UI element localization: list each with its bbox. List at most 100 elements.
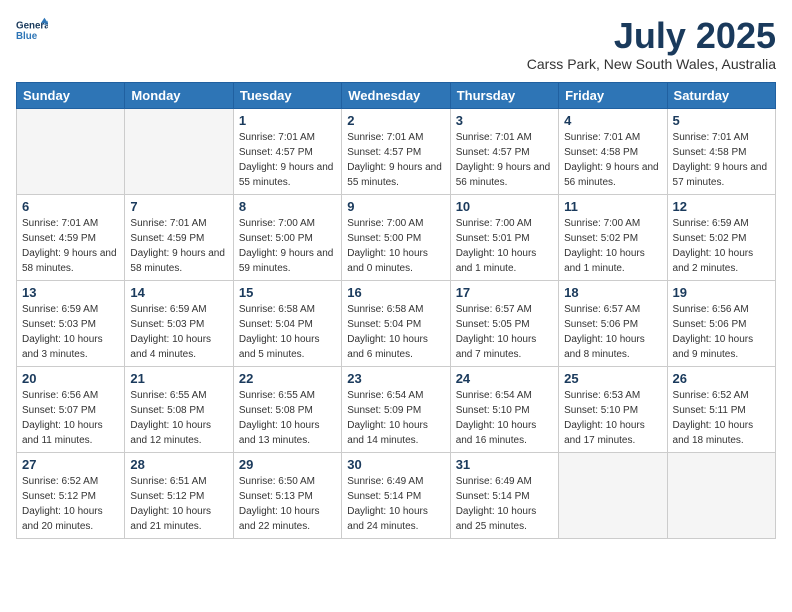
day-number: 25 bbox=[564, 371, 661, 386]
day-number: 29 bbox=[239, 457, 336, 472]
calendar-cell: 1 Sunrise: 7:01 AMSunset: 4:57 PMDaylight… bbox=[233, 108, 341, 194]
day-number: 5 bbox=[673, 113, 770, 128]
calendar-week-row: 20 Sunrise: 6:56 AMSunset: 5:07 PMDayligh… bbox=[17, 366, 776, 452]
calendar-week-row: 13 Sunrise: 6:59 AMSunset: 5:03 PMDayligh… bbox=[17, 280, 776, 366]
calendar-cell: 9Sunrise: 7:00 AMSunset: 5:00 PMDaylight… bbox=[342, 194, 450, 280]
day-info: Sunrise: 6:56 AMSunset: 5:06 PMDaylight:… bbox=[673, 302, 770, 362]
calendar-week-row: 6 Sunrise: 7:01 AMSunset: 4:59 PMDaylight… bbox=[17, 194, 776, 280]
day-info: Sunrise: 7:00 AMSunset: 5:02 PMDaylight:… bbox=[564, 216, 661, 276]
day-number: 24 bbox=[456, 371, 553, 386]
calendar-cell: 26 Sunrise: 6:52 AMSunset: 5:11 PMDayligh… bbox=[667, 366, 775, 452]
calendar-cell: 5 Sunrise: 7:01 AMSunset: 4:58 PMDaylight… bbox=[667, 108, 775, 194]
calendar-cell: 4Sunrise: 7:01 AMSunset: 4:58 PMDaylight… bbox=[559, 108, 667, 194]
day-number: 10 bbox=[456, 199, 553, 214]
calendar-cell: 18 Sunrise: 6:57 AMSunset: 5:06 PMDayligh… bbox=[559, 280, 667, 366]
day-number: 23 bbox=[347, 371, 444, 386]
calendar-cell: 13 Sunrise: 6:59 AMSunset: 5:03 PMDayligh… bbox=[17, 280, 125, 366]
calendar-cell: 19 Sunrise: 6:56 AMSunset: 5:06 PMDayligh… bbox=[667, 280, 775, 366]
day-info: Sunrise: 6:52 AMSunset: 5:12 PMDaylight:… bbox=[22, 474, 119, 534]
day-info: Sunrise: 7:00 AMSunset: 5:00 PMDaylight:… bbox=[239, 216, 336, 276]
day-number: 20 bbox=[22, 371, 119, 386]
day-number: 8 bbox=[239, 199, 336, 214]
day-info: Sunrise: 6:54 AMSunset: 5:10 PMDaylight:… bbox=[456, 388, 553, 448]
calendar-cell: 28 Sunrise: 6:51 AMSunset: 5:12 PMDayligh… bbox=[125, 452, 233, 538]
calendar-cell: 29Sunrise: 6:50 AMSunset: 5:13 PMDayligh… bbox=[233, 452, 341, 538]
calendar-cell bbox=[559, 452, 667, 538]
day-info: Sunrise: 6:54 AMSunset: 5:09 PMDaylight:… bbox=[347, 388, 444, 448]
day-number: 3 bbox=[456, 113, 553, 128]
day-number: 16 bbox=[347, 285, 444, 300]
calendar-cell: 8 Sunrise: 7:00 AMSunset: 5:00 PMDaylight… bbox=[233, 194, 341, 280]
weekday-header-sunday: Sunday bbox=[17, 82, 125, 108]
day-number: 1 bbox=[239, 113, 336, 128]
day-info: Sunrise: 7:01 AMSunset: 4:57 PMDaylight:… bbox=[239, 130, 336, 190]
day-info: Sunrise: 6:57 AMSunset: 5:05 PMDaylight:… bbox=[456, 302, 553, 362]
day-info: Sunrise: 7:01 AMSunset: 4:58 PMDaylight:… bbox=[564, 130, 661, 190]
day-info: Sunrise: 6:49 AMSunset: 5:14 PMDaylight:… bbox=[347, 474, 444, 534]
day-info: Sunrise: 7:00 AMSunset: 5:01 PMDaylight:… bbox=[456, 216, 553, 276]
day-info: Sunrise: 6:59 AMSunset: 5:03 PMDaylight:… bbox=[22, 302, 119, 362]
day-number: 27 bbox=[22, 457, 119, 472]
location: Carss Park, New South Wales, Australia bbox=[527, 56, 776, 72]
calendar-cell: 14 Sunrise: 6:59 AMSunset: 5:03 PMDayligh… bbox=[125, 280, 233, 366]
calendar-cell: 15Sunrise: 6:58 AMSunset: 5:04 PMDayligh… bbox=[233, 280, 341, 366]
calendar-cell: 10 Sunrise: 7:00 AMSunset: 5:01 PMDayligh… bbox=[450, 194, 558, 280]
day-info: Sunrise: 7:01 AMSunset: 4:58 PMDaylight:… bbox=[673, 130, 770, 190]
calendar-cell: 6Sunrise: 7:01 AMSunset: 4:59 PMDaylight… bbox=[17, 194, 125, 280]
day-number: 6 bbox=[22, 199, 119, 214]
day-number: 19 bbox=[673, 285, 770, 300]
calendar-cell bbox=[125, 108, 233, 194]
calendar-week-row: 1 Sunrise: 7:01 AMSunset: 4:57 PMDaylight… bbox=[17, 108, 776, 194]
day-number: 18 bbox=[564, 285, 661, 300]
day-number: 22 bbox=[239, 371, 336, 386]
calendar-cell: 17Sunrise: 6:57 AMSunset: 5:05 PMDayligh… bbox=[450, 280, 558, 366]
calendar-cell: 7 Sunrise: 7:01 AMSunset: 4:59 PMDaylight… bbox=[125, 194, 233, 280]
weekday-header-thursday: Thursday bbox=[450, 82, 558, 108]
day-info: Sunrise: 7:00 AMSunset: 5:00 PMDaylight:… bbox=[347, 216, 444, 276]
calendar-cell: 11Sunrise: 7:00 AMSunset: 5:02 PMDayligh… bbox=[559, 194, 667, 280]
day-number: 31 bbox=[456, 457, 553, 472]
day-info: Sunrise: 6:56 AMSunset: 5:07 PMDaylight:… bbox=[22, 388, 119, 448]
day-number: 12 bbox=[673, 199, 770, 214]
day-number: 13 bbox=[22, 285, 119, 300]
day-info: Sunrise: 6:52 AMSunset: 5:11 PMDaylight:… bbox=[673, 388, 770, 448]
calendar-cell: 12Sunrise: 6:59 AMSunset: 5:02 PMDayligh… bbox=[667, 194, 775, 280]
day-number: 28 bbox=[130, 457, 227, 472]
weekday-header-tuesday: Tuesday bbox=[233, 82, 341, 108]
weekday-header-friday: Friday bbox=[559, 82, 667, 108]
calendar-cell: 27 Sunrise: 6:52 AMSunset: 5:12 PMDayligh… bbox=[17, 452, 125, 538]
month-title: July 2025 bbox=[527, 16, 776, 56]
calendar-cell: 16 Sunrise: 6:58 AMSunset: 5:04 PMDayligh… bbox=[342, 280, 450, 366]
calendar-cell: 3Sunrise: 7:01 AMSunset: 4:57 PMDaylight… bbox=[450, 108, 558, 194]
calendar-table: SundayMondayTuesdayWednesdayThursdayFrid… bbox=[16, 82, 776, 539]
calendar-cell: 2Sunrise: 7:01 AMSunset: 4:57 PMDaylight… bbox=[342, 108, 450, 194]
day-info: Sunrise: 6:51 AMSunset: 5:12 PMDaylight:… bbox=[130, 474, 227, 534]
weekday-header-saturday: Saturday bbox=[667, 82, 775, 108]
calendar-cell: 23 Sunrise: 6:54 AMSunset: 5:09 PMDayligh… bbox=[342, 366, 450, 452]
calendar-cell: 25Sunrise: 6:53 AMSunset: 5:10 PMDayligh… bbox=[559, 366, 667, 452]
day-info: Sunrise: 7:01 AMSunset: 4:59 PMDaylight:… bbox=[130, 216, 227, 276]
page-header: General Blue July 2025 Carss Park, New S… bbox=[16, 16, 776, 72]
day-number: 7 bbox=[130, 199, 227, 214]
calendar-cell bbox=[667, 452, 775, 538]
logo-icon: General Blue bbox=[16, 16, 48, 48]
weekday-header-wednesday: Wednesday bbox=[342, 82, 450, 108]
calendar-cell: 30 Sunrise: 6:49 AMSunset: 5:14 PMDayligh… bbox=[342, 452, 450, 538]
calendar-cell: 22 Sunrise: 6:55 AMSunset: 5:08 PMDayligh… bbox=[233, 366, 341, 452]
calendar-week-row: 27 Sunrise: 6:52 AMSunset: 5:12 PMDayligh… bbox=[17, 452, 776, 538]
day-info: Sunrise: 7:01 AMSunset: 4:57 PMDaylight:… bbox=[347, 130, 444, 190]
day-number: 15 bbox=[239, 285, 336, 300]
svg-text:Blue: Blue bbox=[16, 31, 38, 42]
day-number: 14 bbox=[130, 285, 227, 300]
logo: General Blue bbox=[16, 16, 48, 48]
day-info: Sunrise: 6:49 AMSunset: 5:14 PMDaylight:… bbox=[456, 474, 553, 534]
day-info: Sunrise: 6:58 AMSunset: 5:04 PMDaylight:… bbox=[347, 302, 444, 362]
calendar-cell: 31 Sunrise: 6:49 AMSunset: 5:14 PMDayligh… bbox=[450, 452, 558, 538]
day-number: 21 bbox=[130, 371, 227, 386]
day-info: Sunrise: 6:55 AMSunset: 5:08 PMDaylight:… bbox=[239, 388, 336, 448]
day-info: Sunrise: 6:57 AMSunset: 5:06 PMDaylight:… bbox=[564, 302, 661, 362]
title-block: July 2025 Carss Park, New South Wales, A… bbox=[527, 16, 776, 72]
day-info: Sunrise: 6:59 AMSunset: 5:03 PMDaylight:… bbox=[130, 302, 227, 362]
day-number: 30 bbox=[347, 457, 444, 472]
day-number: 26 bbox=[673, 371, 770, 386]
